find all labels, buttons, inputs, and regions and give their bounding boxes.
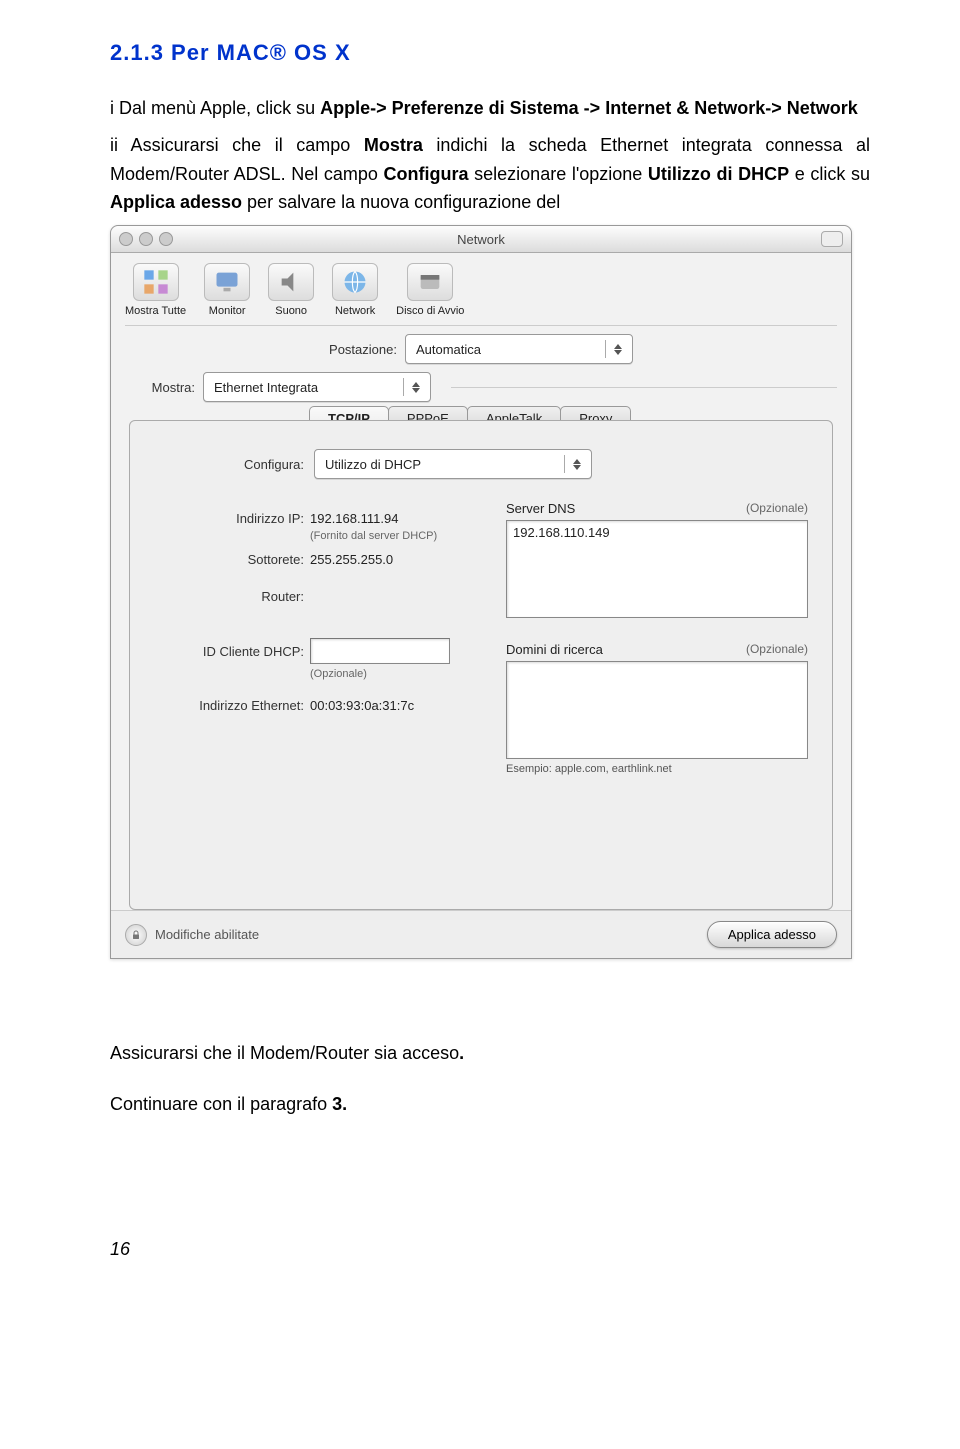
text-bold: Applica adesso (110, 192, 242, 212)
toolbar-toggle-icon[interactable] (821, 231, 843, 247)
location-select[interactable]: Automatica (405, 334, 633, 364)
window-title: Network (111, 232, 851, 247)
toolbar-label: Monitor (209, 305, 246, 317)
divider (451, 387, 837, 388)
grid-icon (133, 263, 179, 301)
configure-select[interactable]: Utilizzo di DHCP (314, 449, 592, 479)
text-bold: Configura (384, 164, 469, 184)
disk-icon (407, 263, 453, 301)
text: selezionare l'opzione (469, 164, 648, 184)
ip-label: Indirizzo IP: (154, 511, 304, 526)
text-bold: 3. (332, 1094, 347, 1114)
speaker-icon (268, 263, 314, 301)
search-example: Esempio: apple.com, earthlink.net (506, 763, 808, 775)
text-bold: Mostra (364, 135, 423, 155)
text: Assicurarsi che il Modem/Router sia acce… (110, 1043, 459, 1063)
subnet-row: Sottorete: 255.255.255.0 (154, 552, 484, 567)
dns-value: 192.168.110.149 (513, 525, 610, 540)
dns-label: Server DNS (506, 501, 575, 516)
updown-arrows-icon (403, 378, 424, 396)
dhcp-id-note: (Opzionale) (310, 668, 484, 680)
lock-icon (125, 924, 147, 946)
toolbar-item-show-all[interactable]: Mostra Tutte (125, 263, 186, 317)
toolbar-label: Mostra Tutte (125, 305, 186, 317)
ip-row: Indirizzo IP: 192.168.111.94 (154, 511, 484, 526)
select-value: Ethernet Integrata (214, 380, 318, 395)
toolbar-item-network[interactable]: Network (332, 263, 378, 317)
section-heading: 2.1.3 Per MAC® OS X (110, 40, 870, 66)
location-label: Postazione: (329, 342, 397, 357)
show-select[interactable]: Ethernet Integrata (203, 372, 431, 402)
search-title-row: Domini di ricerca (Opzionale) (506, 642, 808, 657)
toolbar: Mostra Tutte Monitor Suono Network (111, 253, 851, 321)
toolbar-item-monitor[interactable]: Monitor (204, 263, 250, 317)
ethernet-row: Indirizzo Ethernet: 00:03:93:0a:31:7c (154, 698, 484, 713)
page-number: 16 (110, 1239, 870, 1260)
after-text-2: Continuare con il paragrafo 3. (110, 1090, 870, 1119)
after-text-1: Assicurarsi che il Modem/Router sia acce… (110, 1039, 870, 1068)
globe-icon (332, 263, 378, 301)
location-row: Postazione: Automatica (125, 334, 837, 364)
tcpip-panel: Configura: Utilizzo di DHCP Indirizzo IP… (129, 420, 833, 910)
select-value: Utilizzo di DHCP (325, 457, 421, 472)
show-label: Mostra: (125, 380, 195, 395)
router-row: Router: (154, 589, 484, 604)
search-domains-textarea[interactable] (506, 661, 808, 759)
dhcp-id-row: ID Cliente DHCP: (154, 638, 484, 664)
lock-status[interactable]: Modifiche abilitate (125, 924, 259, 946)
window-titlebar[interactable]: Network (111, 226, 851, 253)
ethernet-value: 00:03:93:0a:31:7c (310, 698, 414, 713)
instruction-i: i Dal menù Apple, click su Apple-> Prefe… (110, 94, 870, 123)
display-icon (204, 263, 250, 301)
subnet-value: 255.255.255.0 (310, 552, 393, 567)
window-footer: Modifiche abilitate Applica adesso (111, 910, 851, 958)
network-prefs-window: Network Mostra Tutte Monitor Suono (110, 225, 852, 959)
search-optional: (Opzionale) (746, 642, 808, 657)
toolbar-item-startup-disk[interactable]: Disco di Avvio (396, 263, 464, 317)
text-bold: Utilizzo di DHCP (648, 164, 789, 184)
configure-label: Configura: (154, 457, 304, 472)
text: e click su (789, 164, 870, 184)
dhcp-id-input[interactable] (310, 638, 450, 664)
text: Continuare con il paragrafo (110, 1094, 332, 1114)
toolbar-label: Disco di Avvio (396, 305, 464, 317)
toolbar-label: Network (335, 305, 375, 317)
select-value: Automatica (416, 342, 481, 357)
apply-now-button[interactable]: Applica adesso (707, 921, 837, 948)
text-bold: . (459, 1043, 464, 1063)
text: i Dal menù Apple, click su (110, 98, 320, 118)
toolbar-label: Suono (275, 305, 307, 317)
ethernet-label: Indirizzo Ethernet: (154, 698, 304, 713)
dns-title-row: Server DNS (Opzionale) (506, 501, 808, 516)
show-row: Mostra: Ethernet Integrata (125, 372, 837, 402)
router-label: Router: (154, 589, 304, 604)
dhcp-id-label: ID Cliente DHCP: (154, 644, 304, 659)
instruction-ii: ii Assicurarsi che il campo Mostra indic… (110, 131, 870, 217)
subnet-label: Sottorete: (154, 552, 304, 567)
text: ii Assicurarsi che il campo (110, 135, 364, 155)
configure-row: Configura: Utilizzo di DHCP (154, 449, 808, 479)
dns-textarea[interactable]: 192.168.110.149 (506, 520, 808, 618)
text: per salvare la nuova configurazione del (242, 192, 560, 212)
ip-note: (Fornito dal server DHCP) (310, 530, 484, 542)
updown-arrows-icon (564, 455, 585, 473)
search-label: Domini di ricerca (506, 642, 603, 657)
text-bold: Apple-> Preferenze di Sistema -> Interne… (320, 98, 858, 118)
ip-value: 192.168.111.94 (310, 511, 398, 526)
toolbar-item-sound[interactable]: Suono (268, 263, 314, 317)
updown-arrows-icon (605, 340, 626, 358)
lock-text: Modifiche abilitate (155, 927, 259, 942)
dns-optional: (Opzionale) (746, 501, 808, 516)
